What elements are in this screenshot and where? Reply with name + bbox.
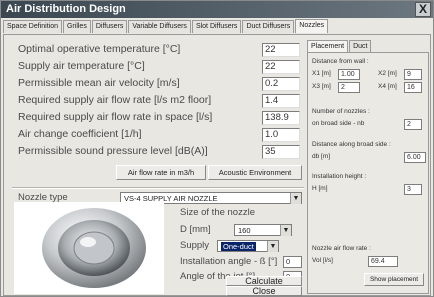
vol-input[interactable]: 69.4 bbox=[368, 256, 398, 267]
supply-value: One-duct bbox=[221, 242, 256, 251]
diameter-label: D [mm] bbox=[180, 224, 211, 235]
param-label: Required supply air flow rate [l/s m2 fl… bbox=[18, 94, 212, 106]
x1-label: X1 [m] bbox=[312, 70, 331, 77]
param-label: Optimal operative temperature [°C] bbox=[18, 43, 181, 55]
h-label: H [m] bbox=[312, 185, 328, 192]
tab-space-definition[interactable]: Space Definition bbox=[3, 20, 62, 33]
air-distribution-window: Air Distribution Design X Space Definiti… bbox=[0, 0, 434, 297]
db-label: db [m] bbox=[312, 153, 331, 160]
x4-input[interactable]: 16 bbox=[404, 82, 422, 93]
supply-label: Supply bbox=[180, 240, 210, 251]
supply-select[interactable]: One-duct ▼ bbox=[217, 240, 279, 252]
chevron-down-icon[interactable]: ▼ bbox=[290, 193, 301, 204]
tab-placement[interactable]: Placement bbox=[307, 40, 349, 52]
tab-diffusers[interactable]: Diffusers bbox=[91, 20, 128, 33]
x3-label: X3 [m] bbox=[312, 83, 331, 90]
nozzle-image bbox=[14, 202, 164, 294]
chevron-down-icon[interactable]: ▼ bbox=[280, 225, 291, 236]
flow-rate-floor-input[interactable]: 1.4 bbox=[262, 94, 300, 108]
x2-label: X2 [m] bbox=[378, 70, 397, 77]
air-velocity-input[interactable]: 0.2 bbox=[262, 77, 300, 91]
tab-bar: Space Definition Grilles Diffusers Varia… bbox=[3, 19, 329, 34]
placement-panel: Placement Duct Distance from wall : X1 [… bbox=[307, 40, 429, 294]
airflow-m3h-button[interactable]: Air flow rate in m3/h bbox=[116, 165, 206, 180]
h-input[interactable]: 3 bbox=[404, 184, 422, 195]
installation-angle-label: Installation angle - ß [°] bbox=[180, 256, 278, 267]
air-change-input[interactable]: 1.0 bbox=[262, 128, 300, 142]
close-button[interactable]: Close bbox=[226, 286, 302, 296]
diameter-value: 160 bbox=[238, 226, 251, 235]
supply-temperature-input[interactable]: 22 bbox=[262, 60, 300, 74]
nozzles-panel: Optimal operative temperature [°C] 22 Su… bbox=[3, 34, 431, 296]
sound-level-input[interactable]: 35 bbox=[262, 145, 300, 159]
tab-duct[interactable]: Duct bbox=[349, 40, 372, 52]
x4-label: X4 [m] bbox=[378, 83, 397, 90]
title-bar[interactable]: Air Distribution Design X bbox=[1, 1, 433, 18]
close-window-button[interactable]: X bbox=[415, 2, 431, 17]
tab-duct-diffusers[interactable]: Duct Diffusers bbox=[242, 20, 295, 33]
distance-wall-label: Distance from wall : bbox=[312, 58, 369, 65]
broad-side-label: on broad side - nb bbox=[312, 120, 365, 127]
distance-along-label: Distance along broad side : bbox=[312, 141, 391, 148]
tab-slot-diffusers[interactable]: Slot Diffusers bbox=[191, 20, 242, 33]
installation-angle-input[interactable]: 0 bbox=[283, 256, 302, 268]
show-placement-button[interactable]: Show placement bbox=[364, 273, 424, 286]
tab-variable-diffusers[interactable]: Variable Diffusers bbox=[128, 20, 191, 33]
param-label: Air change coefficient [1/h] bbox=[18, 128, 142, 140]
broad-side-input[interactable]: 2 bbox=[404, 119, 422, 130]
x3-input[interactable]: 2 bbox=[338, 82, 360, 93]
flow-rate-space-input[interactable]: 138.9 bbox=[262, 111, 300, 125]
param-label: Permissible mean air velocity [m/s] bbox=[18, 77, 180, 89]
placement-body: Distance from wall : X1 [m] 1.00 X2 [m] … bbox=[307, 52, 429, 294]
acoustic-environment-button[interactable]: Acoustic Environment bbox=[208, 165, 302, 180]
tab-nozzles[interactable]: Nozzles bbox=[295, 19, 329, 33]
placement-tab-bar: Placement Duct bbox=[307, 40, 372, 52]
db-input[interactable]: 6.00 bbox=[404, 152, 426, 163]
num-nozzles-label: Number of nozzles : bbox=[312, 108, 370, 115]
tab-grilles[interactable]: Grilles bbox=[62, 20, 91, 33]
param-label: Required supply air flow rate in space [… bbox=[18, 111, 213, 123]
x2-input[interactable]: 9 bbox=[404, 69, 422, 80]
diameter-select[interactable]: 160 ▼ bbox=[234, 224, 292, 236]
optimal-temperature-input[interactable]: 22 bbox=[262, 43, 300, 57]
param-label: Permissible sound pressure level [dB(A)] bbox=[18, 145, 208, 157]
param-label: Supply air temperature [°C] bbox=[18, 60, 145, 72]
window-title: Air Distribution Design bbox=[6, 3, 126, 15]
calculate-button[interactable]: Calculate bbox=[226, 276, 302, 286]
x1-input[interactable]: 1.00 bbox=[338, 69, 360, 80]
divider bbox=[12, 187, 304, 189]
installation-height-label: Installation height : bbox=[312, 173, 367, 180]
chevron-down-icon[interactable]: ▼ bbox=[267, 241, 278, 252]
vol-label: Vol [l/s] bbox=[312, 257, 333, 264]
flow-rate-label: Nozzle air flow rate : bbox=[312, 245, 371, 252]
size-title: Size of the nozzle bbox=[180, 207, 255, 218]
